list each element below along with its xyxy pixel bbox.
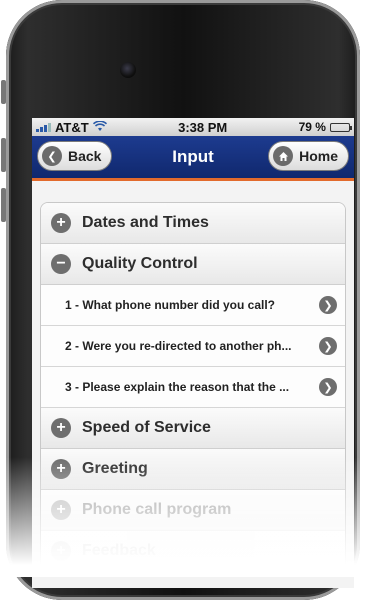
wifi-icon xyxy=(92,119,107,135)
list-item[interactable]: 3 - Please explain the reason that the .… xyxy=(41,367,345,408)
page-title: Input xyxy=(172,147,214,166)
clock: 3:38 PM xyxy=(178,119,228,135)
plus-icon: + xyxy=(51,213,71,233)
home-button[interactable]: Home xyxy=(268,141,349,171)
section-label: Dates and Times xyxy=(82,214,209,231)
section-label: Speed of Service xyxy=(82,419,211,436)
status-left: AT&T xyxy=(36,120,107,135)
section-label: Greeting xyxy=(82,460,148,477)
phone-frame: AT&T 3:38 PM 79 % ❮ Back Input Home + Da… xyxy=(1,0,360,600)
nav-bar: ❮ Back Input Home xyxy=(32,136,354,181)
screen: AT&T 3:38 PM 79 % ❮ Back Input Home + Da… xyxy=(32,118,354,588)
section-label: Phone call program xyxy=(82,501,232,518)
plus-icon: + xyxy=(51,459,71,479)
battery-icon xyxy=(329,122,352,132)
battery-percent: 79 % xyxy=(298,120,326,134)
chevron-right-icon: ❯ xyxy=(319,296,337,314)
signal-icon xyxy=(36,122,51,132)
volume-up-button xyxy=(1,138,6,172)
back-label: Back xyxy=(68,148,102,164)
front-camera xyxy=(120,62,136,78)
chevron-right-icon: ❯ xyxy=(319,378,337,396)
list-item[interactable]: 1 - What phone number did you call? ❯ xyxy=(41,285,345,326)
status-bar: AT&T 3:38 PM 79 % xyxy=(32,118,354,136)
carrier-label: AT&T xyxy=(55,119,89,135)
item-label: 1 - What phone number did you call? xyxy=(65,298,276,312)
section-phone-call-program[interactable]: + Phone call program xyxy=(41,490,345,531)
section-quality-control[interactable]: − Quality Control xyxy=(41,244,345,285)
chevron-left-icon: ❮ xyxy=(42,146,62,166)
section-label: Quality Control xyxy=(82,255,198,272)
home-icon xyxy=(273,146,294,166)
section-label: Feedback xyxy=(82,542,156,559)
section-feedback[interactable]: + Feedback xyxy=(41,531,345,572)
minus-icon: − xyxy=(51,254,71,274)
list-item[interactable]: 2 - Were you re-directed to another ph..… xyxy=(41,326,345,367)
section-list: + Dates and Times − Quality Control 1 - … xyxy=(40,202,346,573)
home-label: Home xyxy=(299,148,338,164)
item-label: 3 - Please explain the reason that the .… xyxy=(65,380,290,394)
chevron-right-icon: ❯ xyxy=(319,337,337,355)
section-speed-of-service[interactable]: + Speed of Service xyxy=(41,408,345,449)
section-dates-and-times[interactable]: + Dates and Times xyxy=(41,203,345,244)
plus-icon: + xyxy=(51,541,71,561)
volume-down-button xyxy=(1,188,6,222)
status-right: 79 % xyxy=(298,120,352,134)
plus-icon: + xyxy=(51,500,71,520)
back-button[interactable]: ❮ Back xyxy=(37,141,113,171)
section-greeting[interactable]: + Greeting xyxy=(41,449,345,490)
plus-icon: + xyxy=(51,418,71,438)
item-label: 2 - Were you re-directed to another ph..… xyxy=(65,339,292,353)
mute-switch xyxy=(1,80,6,104)
